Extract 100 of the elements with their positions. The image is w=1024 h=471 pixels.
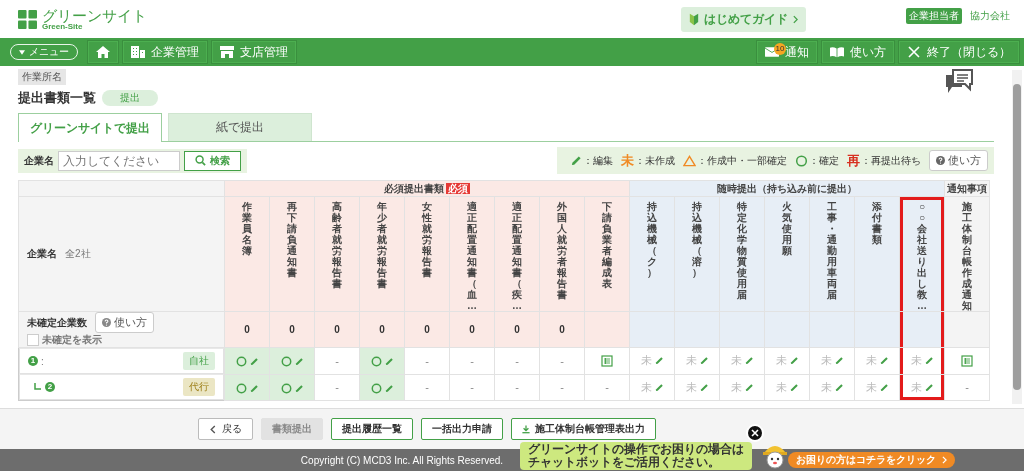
uncreated-mark: 未 [640, 354, 652, 367]
count-value: 0 [514, 324, 520, 336]
building-icon [131, 46, 145, 58]
edit-icon[interactable] [654, 382, 664, 392]
scrollbar[interactable] [1012, 70, 1022, 404]
edit-icon[interactable] [294, 357, 304, 367]
close-icon [907, 46, 921, 58]
help-button[interactable]: 使い方 [821, 40, 895, 64]
unconfirmed-label: 未確定企業数 [27, 316, 87, 328]
row-number: 1 [28, 356, 38, 367]
footer-button[interactable]: 一括出力申請 [421, 418, 503, 440]
empty-mark: - [425, 354, 429, 367]
edit-icon[interactable] [789, 356, 799, 366]
legend-symbol: 再 [847, 151, 860, 170]
uncreated-mark: 未 [775, 354, 787, 367]
row-number: 2 [45, 382, 55, 393]
tab[interactable]: 紙で提出 [168, 113, 312, 141]
edit-icon[interactable] [654, 356, 664, 366]
nav-button[interactable]: 支店管理 [211, 40, 297, 64]
group-title: 必須提出書類 [384, 182, 445, 194]
uncreated-mark: 未 [865, 380, 877, 393]
download-icon [522, 424, 530, 434]
confirmed-icon [235, 356, 247, 368]
footer-button[interactable]: 施工体制台帳管理表出力 [511, 418, 656, 440]
help-button[interactable]: 使い方 [95, 312, 154, 333]
column-header: 外国人就労者報告書 [557, 201, 567, 300]
edit-icon[interactable] [924, 382, 934, 392]
empty-mark: - [605, 381, 609, 394]
empty-mark: - [515, 381, 519, 394]
footer-button[interactable]: 提出履歴一覧 [331, 418, 413, 440]
edit-icon[interactable] [879, 382, 889, 392]
empty-mark: - [425, 381, 429, 394]
chatbot-button[interactable]: お困りの方はコチラをクリック [788, 452, 955, 468]
document-icon[interactable] [601, 355, 614, 368]
confirmed-icon [280, 356, 292, 368]
chatbot-message: グリーンサイトの操作でお困りの場合は チャットボットをご活用ください。 [520, 442, 752, 471]
column-header: 適正配置通知書（疾… [512, 201, 522, 311]
search-field[interactable]: 入力してください [58, 150, 180, 171]
search-button[interactable]: 検索 [184, 150, 241, 171]
triangle-icon [683, 154, 696, 167]
edit-icon[interactable] [699, 382, 709, 392]
site-label: 作業所名 [18, 69, 66, 85]
role-badge: 企業担当者 [906, 8, 962, 24]
count-value: 0 [469, 324, 475, 336]
confirmed-icon [370, 356, 382, 368]
required-badge: 必須 [446, 182, 471, 194]
count-value: 0 [559, 324, 565, 336]
empty-mark: - [560, 354, 564, 367]
edit-icon[interactable] [294, 383, 304, 393]
column-header: 再下請負通知書 [287, 201, 297, 278]
column-header: 持込機械（ク） [647, 201, 658, 278]
question-icon [936, 156, 945, 165]
tab[interactable]: グリーンサイトで提出 [18, 113, 162, 142]
home-button[interactable] [87, 40, 119, 64]
column-header: 持込機械（溶） [692, 201, 703, 278]
checkbox[interactable] [27, 334, 39, 347]
edit-icon[interactable] [879, 356, 889, 366]
store-icon [220, 46, 234, 58]
edit-icon[interactable] [744, 382, 754, 392]
edit-icon[interactable] [384, 357, 394, 367]
guide-button[interactable]: はじめてガイド [681, 6, 806, 32]
column-header: 工事・通勤用車両届 [827, 201, 838, 300]
exit-button[interactable]: 終了（閉じる） [898, 40, 1020, 64]
chevron-right-icon [793, 14, 798, 24]
checkbox-label: 未確定を表示 [42, 333, 102, 348]
company-name: : [41, 355, 44, 367]
edit-icon[interactable] [924, 356, 934, 366]
column-header: 施工体制台帳作成通知 [962, 201, 973, 311]
edit-icon[interactable] [249, 383, 259, 393]
copyright-text: Copyright (C) MCD3 Inc. All Rights Reserved. [300, 454, 504, 466]
home-icon [96, 46, 110, 58]
uncreated-mark: 未 [685, 354, 697, 367]
edit-icon[interactable] [249, 357, 259, 367]
help-button[interactable]: 使い方 [929, 150, 988, 171]
notification-count-badge: 10 [774, 43, 786, 55]
company-count: 全2社 [65, 248, 91, 259]
column-header: 添付書類 [872, 201, 883, 245]
column-header: 下請負業者編成表 [602, 201, 613, 289]
document-icon[interactable] [961, 355, 974, 368]
column-header: 適正配置通知書（血… [467, 201, 477, 311]
edit-icon[interactable] [384, 383, 394, 393]
circle-icon [795, 154, 808, 167]
legend-label: ：未作成 [635, 153, 675, 168]
uncreated-mark: 未 [730, 380, 742, 393]
count-value: 0 [334, 324, 340, 336]
logo-icon [18, 9, 37, 29]
column-header: 高齢者就労報告書 [332, 201, 342, 289]
edit-icon[interactable] [699, 356, 709, 366]
edit-icon[interactable] [789, 382, 799, 392]
edit-icon[interactable] [834, 356, 844, 366]
edit-icon[interactable] [744, 356, 754, 366]
uncreated-mark: 未 [910, 354, 922, 367]
legend-label: ：編集 [583, 153, 613, 168]
nav-button[interactable]: 企業管理 [122, 40, 208, 64]
edit-icon[interactable] [834, 382, 844, 392]
uncreated-mark: 未 [775, 380, 787, 393]
empty-mark: - [965, 381, 969, 394]
company-link[interactable]: 協力会社 [970, 9, 1010, 23]
question-icon [102, 318, 111, 327]
footer-button[interactable]: 戻る [198, 418, 253, 440]
